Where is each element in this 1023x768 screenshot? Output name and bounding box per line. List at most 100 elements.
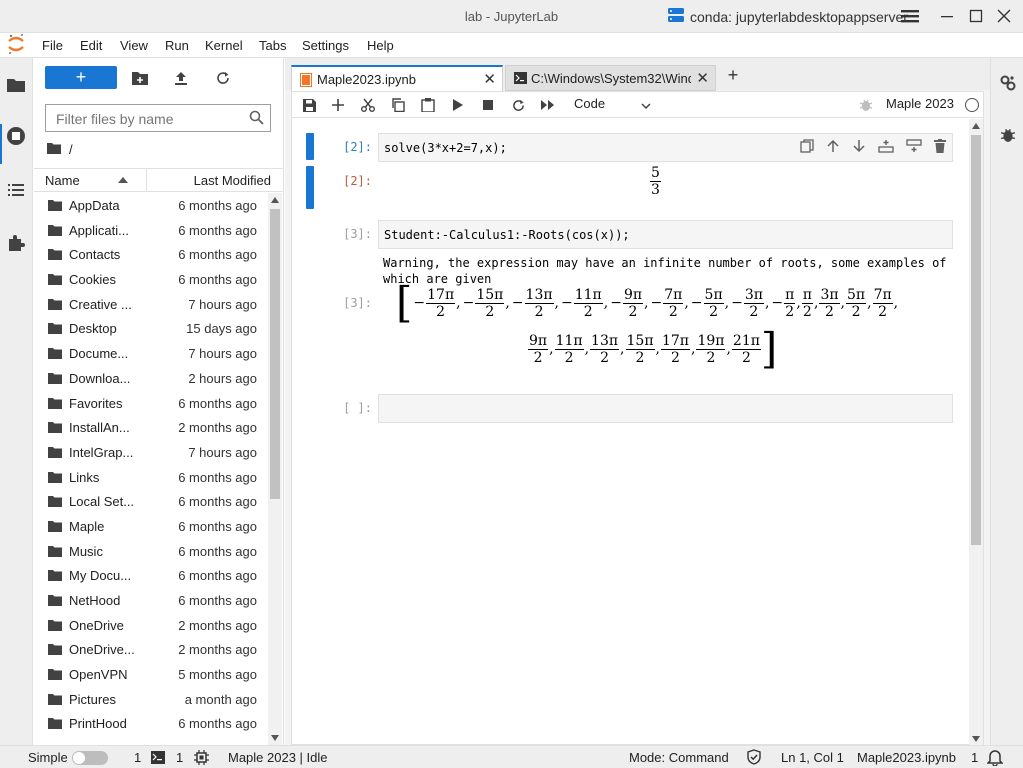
file-list-scrollbar[interactable] [268,193,282,745]
new-folder-icon[interactable] [130,68,150,88]
file-modified: 2 months ago [178,617,257,633]
property-inspector-icon[interactable] [1000,75,1016,94]
notebook-icon [300,73,312,90]
scrollbar-thumb[interactable] [270,209,280,499]
fast-forward-icon[interactable] [539,96,557,114]
run-icon[interactable] [449,96,467,114]
stop-icon[interactable] [479,96,497,114]
paste-icon[interactable] [419,96,437,114]
file-row[interactable]: OneDrive... 2 months ago [34,637,267,662]
bell-icon[interactable] [986,749,1004,768]
code-cell-input-empty[interactable] [378,394,953,423]
output-fraction: 53 [650,165,661,198]
kernel-count[interactable]: 1 [176,750,183,765]
insert-above-icon[interactable] [878,139,894,156]
file-row[interactable]: Desktop 15 days ago [34,316,267,341]
menu-help[interactable]: Help [367,38,394,53]
scrollbar-thumb[interactable] [971,135,981,545]
simple-mode-toggle[interactable] [72,751,108,765]
denominator: 2 [785,303,795,320]
debugger-icon[interactable] [1000,127,1016,146]
close-tab-icon[interactable]: ✕ [696,69,709,87]
file-row[interactable]: OneDrive 2 months ago [34,613,267,638]
file-row[interactable]: Favorites 6 months ago [34,391,267,416]
cell-collapser[interactable] [306,133,314,160]
menu-run[interactable]: Run [165,38,189,53]
copy-icon[interactable] [389,96,407,114]
cursor-position[interactable]: Ln 1, Col 1 [781,750,844,765]
fraction: 5π 2 [703,287,724,320]
insert-below-icon[interactable] [906,139,922,156]
kernel-name[interactable]: Maple 2023 [886,96,954,111]
notebook-scrollbar[interactable] [969,119,983,746]
comma: , [893,295,899,311]
file-row[interactable]: Local Set... 6 months ago [34,489,267,514]
file-row[interactable]: AppData 6 months ago [34,193,267,218]
minimize-icon[interactable] [934,4,960,28]
code-cell-input[interactable]: solve(3*x+2=7,x); [378,133,953,162]
insert-cell-icon[interactable] [329,96,347,114]
new-tab-icon[interactable]: + [722,64,744,86]
extensions-icon[interactable] [5,232,27,254]
folder-icon[interactable] [5,73,27,95]
tab-notebook[interactable]: Maple2023.ipynb ✕ [291,65,503,91]
maximize-icon[interactable] [963,4,989,28]
move-up-icon[interactable] [826,139,840,156]
file-modified: 6 months ago [178,593,257,608]
file-row[interactable]: Cookies 6 months ago [34,267,267,292]
file-row[interactable]: Contacts 6 months ago [34,242,267,267]
file-row[interactable]: OpenVPN 5 months ago [34,662,267,687]
file-row[interactable]: PrintHood 6 months ago [34,711,267,736]
shield-check-icon[interactable] [747,749,761,768]
menu-kernel[interactable]: Kernel [205,38,243,53]
filter-files-input[interactable]: Filter files by name [45,104,271,132]
folder-icon [48,372,62,387]
menu-edit[interactable]: Edit [80,38,102,53]
menu-view[interactable]: View [120,38,148,53]
terminal-count[interactable]: 1 [134,750,141,765]
file-row[interactable]: IntelGrap... 7 hours ago [34,440,267,465]
minus-sign: − [511,295,524,311]
conda-env-button[interactable]: conda: jupyterlabdesktopappserver [668,8,908,25]
menu-tabs[interactable]: Tabs [259,38,286,53]
save-icon[interactable] [300,96,318,114]
cell-type-select[interactable]: Code [574,96,654,111]
column-name-header[interactable]: Name [45,173,80,188]
move-down-icon[interactable] [852,139,866,156]
menu-file[interactable]: File [42,38,63,53]
close-tab-icon[interactable]: ✕ [483,70,496,88]
file-row[interactable]: NetHood 6 months ago [34,588,267,613]
delete-cell-icon[interactable] [934,139,946,156]
code-cell-input[interactable]: Student:-Calculus1:-Roots(cos(x)); [378,220,953,249]
file-name: AppData [69,198,120,213]
running-sessions-icon[interactable] [5,125,27,147]
kernel-status[interactable]: Maple 2023 | Idle [228,750,328,765]
column-modified-header[interactable]: Last Modified [194,173,271,188]
tab-terminal[interactable]: C:\Windows\System32\Wind ✕ [505,65,716,91]
table-of-contents-icon[interactable] [5,179,27,201]
cut-icon[interactable] [359,96,377,114]
fraction: 15π 2 [475,287,505,320]
menu-settings[interactable]: Settings [302,38,349,53]
duplicate-cell-icon[interactable] [800,139,814,156]
restart-icon[interactable] [509,96,527,114]
output-collapser[interactable] [306,166,314,209]
home-folder-icon[interactable] [47,142,61,157]
debugger-bug-icon[interactable] [857,96,875,114]
file-row[interactable]: My Docu... 6 months ago [34,563,267,588]
refresh-icon[interactable] [213,68,233,88]
upload-icon[interactable] [171,68,191,88]
file-row[interactable]: Maple 6 months ago [34,514,267,539]
file-row[interactable]: Docume... 7 hours ago [34,341,267,366]
hamburger-menu-icon[interactable] [897,4,923,28]
breadcrumb-path[interactable]: / [69,142,73,157]
file-row[interactable]: Creative ... 7 hours ago [34,292,267,317]
file-row[interactable]: Downloa... 2 hours ago [34,366,267,391]
file-row[interactable]: Links 6 months ago [34,465,267,490]
new-launcher-button[interactable]: + [45,66,117,89]
file-row[interactable]: InstallAn... 2 months ago [34,415,267,440]
file-row[interactable]: Pictures a month ago [34,687,267,712]
close-window-icon[interactable] [991,4,1017,28]
file-row[interactable]: Music 6 months ago [34,539,267,564]
file-row[interactable]: Applicati... 6 months ago [34,218,267,243]
